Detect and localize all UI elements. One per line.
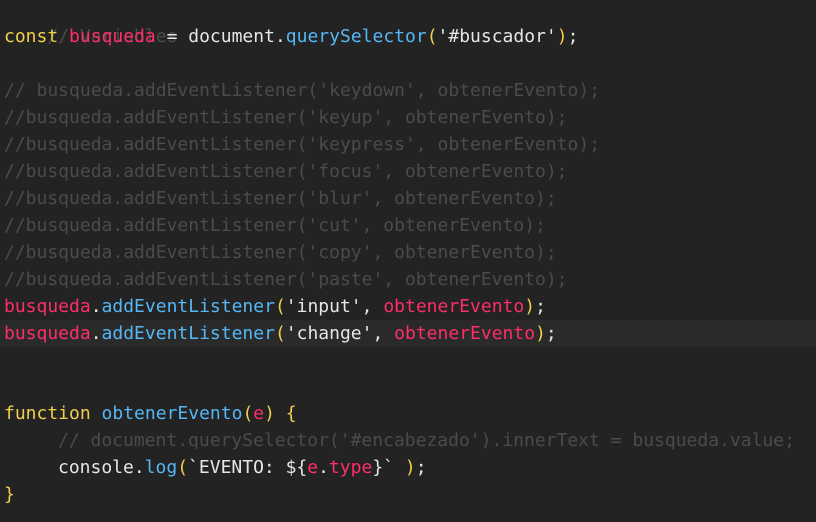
function-name: obtenerEvento [101,403,243,424]
paren-open: ( [274,323,286,344]
code-line-2: const busqueda = document.querySelector(… [0,23,816,50]
semicolon: ; [567,26,579,47]
variable: busqueda [69,26,156,47]
dot: . [90,296,102,317]
argument: obtenerEvento [383,296,525,317]
template-start: `EVENTO: ${ [188,457,308,478]
code-line-19: } [0,481,816,508]
template-var: e [307,457,319,478]
comment: //busqueda.addEventListener('cut', obten… [4,215,546,236]
dot: . [133,457,145,478]
code-line-6: //busqueda.addEventListener('keypress', … [0,131,816,158]
semicolon: ; [545,323,557,344]
keyword: function [4,403,91,424]
brace-open: { [274,403,297,424]
template-end: }` [372,457,395,478]
paren-open: ( [426,26,438,47]
comment: //busqueda.addEventListener('keypress', … [4,134,601,155]
code-line-5: //busqueda.addEventListener('keyup', obt… [0,104,816,131]
keyword: const [4,26,59,47]
template-prop: type [328,457,373,478]
paren-close: ) [264,403,275,424]
code-line-1: // Variables [0,0,816,47]
method: addEventListener [101,323,275,344]
argument: obtenerEvento [394,323,536,344]
paren-open: ( [274,296,286,317]
dot: . [318,457,329,478]
dot: . [90,323,102,344]
string: 'change' [285,323,373,344]
string: 'input' [285,296,362,317]
variable: busqueda [4,323,91,344]
code-line-4: // busqueda.addEventListener('keydown', … [0,77,816,104]
code-line-13: busqueda.addEventListener('change', obte… [0,320,816,347]
code-line-17: // document.querySelector('#encabezado')… [0,427,816,454]
code-line-9: //busqueda.addEventListener('cut', obten… [0,212,816,239]
code-line-16: function obtenerEvento(e) { [0,400,816,427]
paren-open: ( [242,403,254,424]
code-line-18: console.log(`EVENTO: ${e.type}` ); [0,454,816,481]
comment: //busqueda.addEventListener('copy', obte… [4,242,557,263]
separator: , [361,296,384,317]
method: querySelector [285,26,427,47]
comment: // document.querySelector('#encabezado')… [58,430,795,451]
comment: //busqueda.addEventListener('focus', obt… [4,161,568,182]
object: console [58,457,134,478]
method: addEventListener [101,296,275,317]
separator: , [372,323,395,344]
operator: = [155,26,189,47]
comment: //busqueda.addEventListener('blur', obte… [4,188,557,209]
brace-close: } [4,484,15,505]
comment: // busqueda.addEventListener('keydown', … [4,80,601,101]
separator [394,457,405,478]
paren-close: ) [404,457,416,478]
code-line-11: //busqueda.addEventListener('paste', obt… [0,266,816,293]
paren-close: ) [556,26,568,47]
variable: busqueda [4,296,91,317]
method: log [144,457,178,478]
comment: //busqueda.addEventListener('paste', obt… [4,269,568,290]
paren-close: ) [524,296,536,317]
semicolon: ; [415,457,427,478]
semicolon: ; [535,296,546,317]
paren-close: ) [535,323,546,344]
paren-open: ( [177,457,189,478]
comment: //busqueda.addEventListener('keyup', obt… [4,107,568,128]
code-line-8: //busqueda.addEventListener('blur', obte… [0,185,816,212]
dot: . [274,26,286,47]
object: document [188,26,275,47]
code-line-12: busqueda.addEventListener('input', obten… [0,293,816,320]
code-line-7: //busqueda.addEventListener('focus', obt… [0,158,816,185]
string: '#buscador' [437,26,557,47]
code-line-10: //busqueda.addEventListener('copy', obte… [0,239,816,266]
parameter: e [253,403,265,424]
code-editor[interactable]: // Variables const busqueda = document.q… [0,0,816,522]
